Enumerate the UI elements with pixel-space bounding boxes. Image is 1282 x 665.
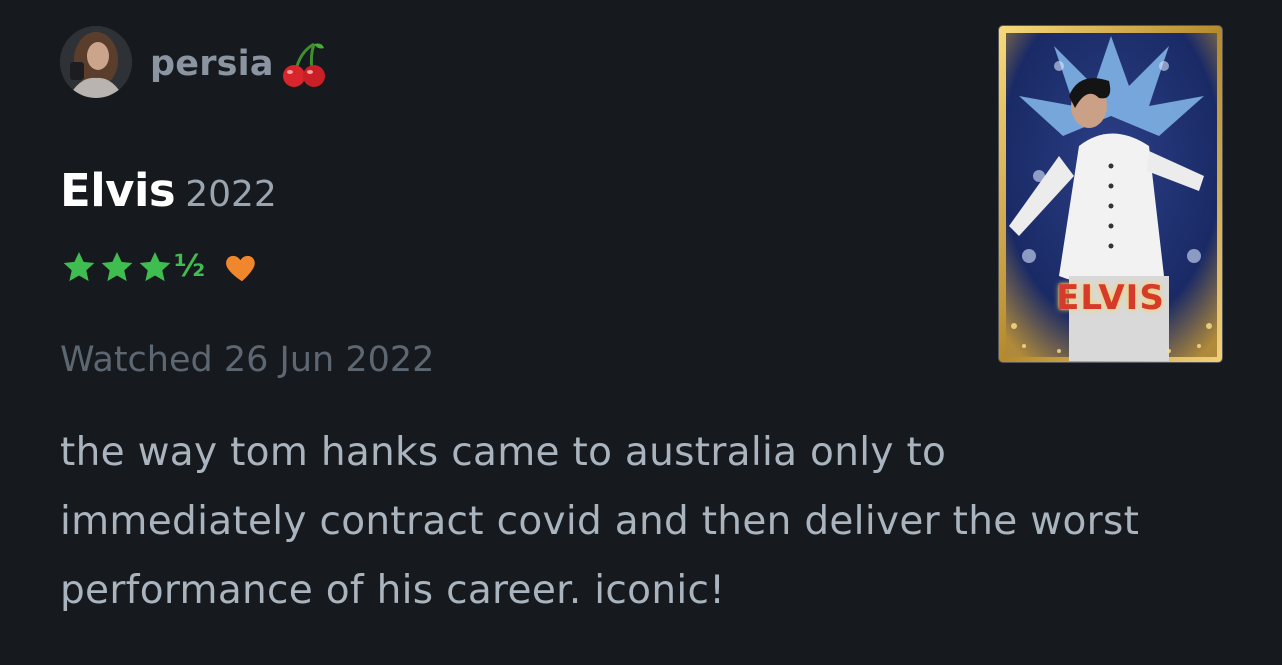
film-year[interactable]: 2022 [185,174,277,215]
poster-title: ELVIS [1056,278,1165,318]
user-avatar[interactable] [60,26,132,98]
film-poster[interactable]: ELVIS [998,25,1223,363]
cherry-icon [283,42,325,87]
star-icon [139,251,171,282]
heart-icon [226,255,255,282]
half-star: ½ [174,249,206,284]
review-text: the way tom hanks came to australia only… [60,430,1140,613]
rating-row: ½ [60,248,261,286]
username[interactable]: persia [150,44,274,84]
star-icon [101,251,133,282]
star-icon [63,251,95,282]
watched-date: Watched 26 Jun 2022 [60,340,435,380]
film-heading: Elvis 2022 [60,164,277,217]
film-title[interactable]: Elvis [60,164,176,217]
